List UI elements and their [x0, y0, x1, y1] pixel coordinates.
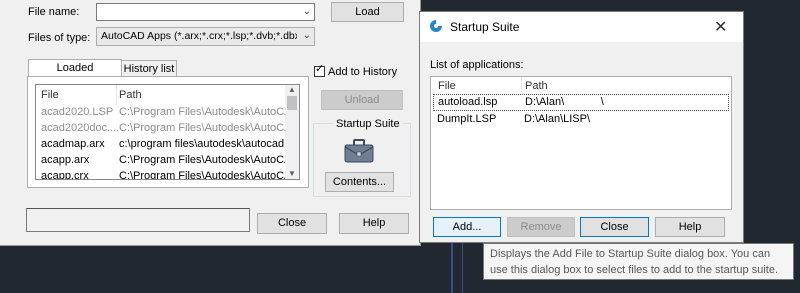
checkmark-icon: ✓: [315, 63, 325, 75]
file-name-label: File name:: [28, 6, 80, 18]
list-item-path: D:\Alan\LISP\: [524, 113, 591, 125]
column-divider: [116, 85, 117, 105]
tab-loaded-applications[interactable]: Loaded Applications: [28, 59, 122, 90]
list-of-applications-label: List of applications:: [430, 59, 524, 71]
contents-button[interactable]: Contents...: [325, 172, 394, 192]
column-header-file[interactable]: File: [438, 80, 456, 92]
scrollbar-thumb[interactable]: [287, 96, 297, 110]
list-item[interactable]: acad2020.LSP C:\Program Files\Autodesk\Au…: [41, 104, 300, 120]
list-item-path: C:\Program Files\Autodesk\AutoCAD 20: [119, 122, 300, 134]
loaded-applications-panel: File Path acad2020.LSP C:\Program Files\A…: [27, 76, 309, 188]
list-item-path: C:\Program Files\Autodesk\AutoCAD 20: [119, 154, 300, 166]
vertical-scrollbar[interactable]: ▲ ▼: [285, 85, 299, 179]
list-item-file: acadmap.arx: [41, 138, 105, 150]
list-item[interactable]: acad2020doc....C:\Program Files\Autodesk…: [41, 120, 300, 136]
briefcase-icon[interactable]: [343, 138, 375, 164]
startup-suite-group-label: Startup Suite: [334, 118, 402, 130]
column-header-path[interactable]: Path: [525, 80, 548, 92]
files-of-type-select[interactable]: AutoCAD Apps (*.arx;*.crx;*.lsp;*.dvb;*.…: [96, 27, 315, 46]
chevron-down-icon[interactable]: ⌄: [303, 6, 311, 17]
column-header-file[interactable]: File: [41, 89, 59, 101]
list-item-path: C:\Program Files\Autodesk\AutoCAD 20: [119, 106, 300, 118]
close-button[interactable]: Close: [257, 213, 327, 234]
list-item-path: C:\Program Files\Autodesk\AutoCAD 20: [119, 170, 300, 180]
list-item[interactable]: autoload.lsp D:\Alan\ \: [433, 94, 729, 111]
list-item-file: acapp.arx: [41, 154, 90, 166]
unload-button[interactable]: Unload: [321, 90, 403, 110]
load-button[interactable]: Load: [331, 2, 404, 22]
files-of-type-value: AutoCAD Apps (*.arx;*.crx;*.lsp;*.dvb;*.…: [101, 30, 297, 42]
add-button[interactable]: Add...: [433, 217, 501, 237]
list-item-file: DumpIt.LSP: [437, 113, 497, 125]
startup-suite-dialog: Startup Suite ✕ List of applications: Fi…: [419, 11, 744, 243]
add-to-history-label[interactable]: Add to History: [328, 66, 397, 78]
file-name-combobox[interactable]: ⌄: [96, 3, 315, 21]
help-button[interactable]: Help: [655, 217, 725, 237]
title-bar[interactable]: Startup Suite ✕: [420, 12, 743, 42]
autocad-logo-icon: [429, 19, 443, 33]
column-divider: [521, 77, 522, 95]
list-item-file: acad2020doc....: [41, 122, 120, 134]
list-item-path: D:\Alan\ \: [525, 96, 604, 108]
close-button[interactable]: Close: [580, 217, 649, 237]
close-icon[interactable]: ✕: [714, 17, 727, 37]
files-of-type-label: Files of type:: [28, 32, 91, 44]
drawing-line: [462, 243, 463, 293]
list-item[interactable]: acapp.arx C:\Program Files\Autodesk\AutoC…: [41, 152, 300, 168]
column-header-path[interactable]: Path: [119, 89, 142, 101]
chevron-down-icon[interactable]: ⌄: [303, 30, 311, 41]
tab-history-list[interactable]: History list: [121, 60, 177, 77]
dialog-title: Startup Suite: [450, 20, 520, 34]
list-item-file: autoload.lsp: [438, 96, 498, 108]
help-button[interactable]: Help: [339, 213, 409, 234]
status-field: [26, 208, 250, 232]
add-to-history-checkbox[interactable]: ✓: [314, 63, 325, 77]
list-item-path: c:\program files\autodesk\autocad 2020: [119, 138, 300, 150]
tooltip: Displays the Add File to Startup Suite d…: [483, 243, 794, 280]
list-item-file: acapp.crx: [41, 170, 89, 180]
scroll-up-icon[interactable]: ▲: [288, 85, 296, 94]
drawing-line: [451, 243, 453, 293]
list-item-file: acad2020.LSP: [41, 106, 114, 118]
remove-button[interactable]: Remove: [507, 217, 575, 237]
list-item[interactable]: acapp.crx C:\Program Files\Autodesk\AutoC…: [41, 168, 300, 180]
list-item[interactable]: acadmap.arx c:\program files\autodesk\aut…: [41, 136, 300, 152]
load-unload-dialog: File name: ⌄ Load Files of type: AutoCAD…: [0, 0, 421, 246]
list-item[interactable]: DumpIt.LSP D:\Alan\LISP\: [433, 112, 729, 129]
loaded-applications-list[interactable]: File Path acad2020.LSP C:\Program Files\A…: [35, 84, 300, 180]
scroll-down-icon[interactable]: ▼: [288, 169, 296, 178]
startup-applications-list[interactable]: File Path autoload.lsp D:\Alan\ \ DumpIt…: [430, 76, 732, 210]
